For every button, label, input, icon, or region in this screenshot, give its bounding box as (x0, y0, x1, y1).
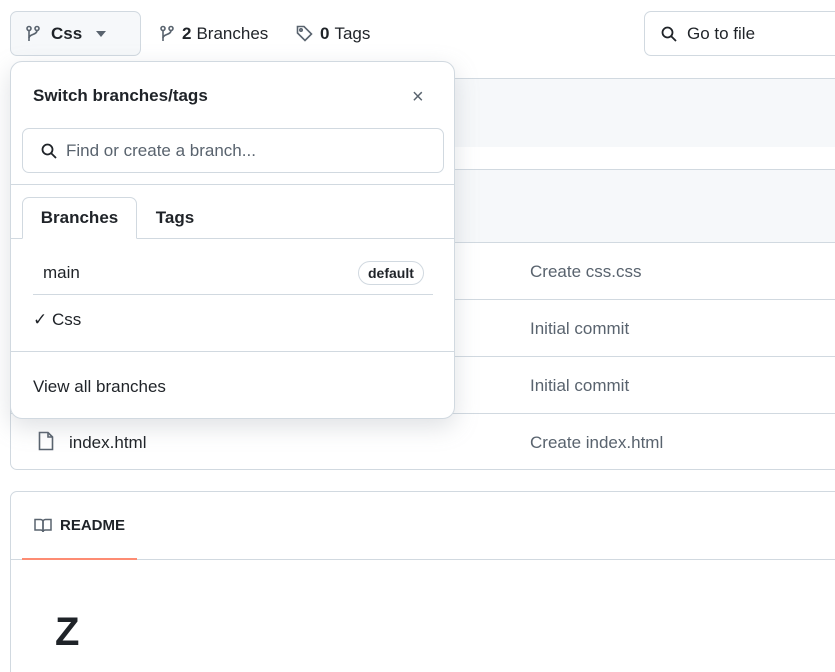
tags-count: 0 (320, 23, 330, 43)
file-name-link[interactable]: index.html (69, 433, 146, 453)
search-icon (661, 26, 677, 42)
git-branch-icon (26, 25, 40, 41)
branches-label: Branches (196, 23, 269, 43)
tags-link[interactable]: 0 Tags (296, 11, 370, 56)
tags-label: Tags (334, 23, 371, 43)
branches-link[interactable]: 2 Branches (159, 11, 268, 56)
commit-message[interactable]: Create css.css (530, 262, 641, 282)
commit-message[interactable]: Initial commit (530, 376, 629, 396)
readme-header: README (11, 492, 835, 560)
go-to-file-placeholder: Go to file (687, 23, 756, 43)
branch-name: ✓ Css (33, 310, 82, 329)
close-icon[interactable]: × (412, 86, 424, 109)
search-icon (41, 143, 57, 159)
view-all-branches-link[interactable]: View all branches (33, 364, 166, 410)
caret-down-icon (96, 30, 107, 37)
readme-tab[interactable]: README (22, 492, 138, 560)
divider (11, 351, 454, 352)
branch-item-main[interactable]: main (43, 250, 80, 296)
file-icon (38, 431, 54, 451)
branch-name: main (43, 263, 80, 282)
branch-switcher-popup: Switch branches/tags × Branches Tags mai… (10, 61, 455, 419)
tag-icon (296, 25, 313, 42)
tab-tags[interactable]: Tags (140, 197, 210, 239)
commit-message[interactable]: Initial commit (530, 319, 629, 339)
tab-branches[interactable]: Branches (22, 197, 137, 239)
current-branch-label: Css (51, 23, 83, 43)
go-to-file-input[interactable]: Go to file (644, 11, 835, 56)
branch-select-button[interactable]: Css (10, 11, 141, 56)
table-row[interactable]: index.html Create index.html (11, 413, 835, 469)
git-branch-icon (160, 25, 174, 41)
book-icon (34, 518, 52, 532)
readme-tab-label: README (60, 516, 126, 534)
branch-item-css[interactable]: ✓ Css (33, 297, 81, 343)
default-badge: default (358, 261, 424, 285)
readme-heading: Z (55, 610, 80, 654)
branch-search-field[interactable] (22, 128, 444, 173)
divider (33, 294, 433, 295)
popup-title: Switch branches/tags (33, 86, 208, 105)
commit-message[interactable]: Create index.html (530, 433, 663, 453)
view-all-branches-label: View all branches (33, 377, 166, 396)
branch-search-input[interactable] (66, 140, 406, 161)
divider (11, 184, 454, 185)
branches-count: 2 (182, 23, 192, 43)
readme-panel: README Z (10, 491, 835, 672)
